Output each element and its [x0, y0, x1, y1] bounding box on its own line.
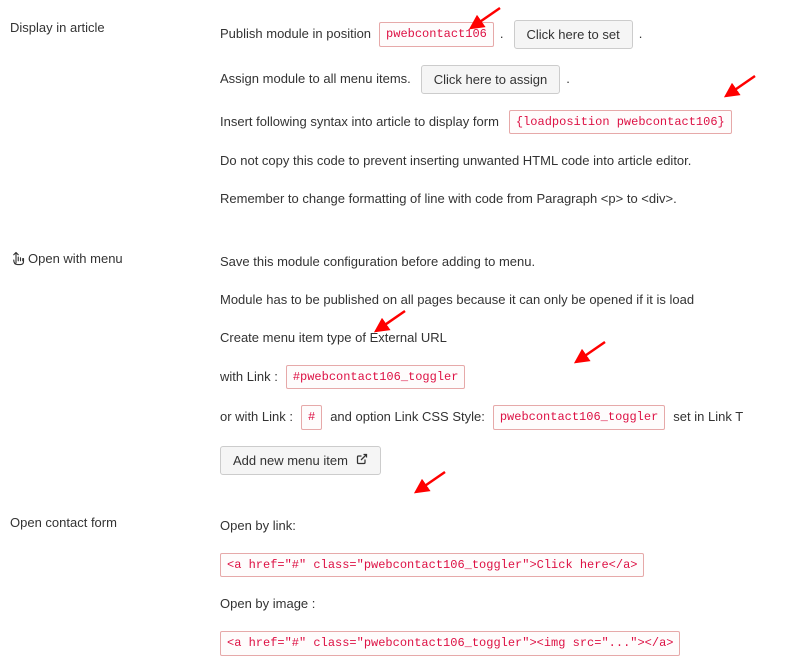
text-css-style: and option Link CSS Style: [330, 406, 485, 428]
text-with-link: with Link : [220, 366, 278, 388]
code-position: pwebcontact106 [379, 22, 494, 46]
section-content: Open by link: <a href="#" class="pwebcon… [220, 515, 785, 672]
text-dot: . [639, 23, 643, 45]
section-label: Open with menu [10, 251, 220, 491]
section-open-with-menu: Open with menu Save this module configur… [10, 251, 785, 491]
code-hash: # [301, 405, 322, 429]
text-remember-formatting: Remember to change formatting of line wi… [220, 188, 677, 210]
text-publish-position: Publish module in position [220, 23, 371, 45]
click-to-assign-button[interactable]: Click here to assign [421, 65, 560, 94]
add-new-menu-item-button[interactable]: Add new menu item [220, 446, 381, 475]
text-dot: . [500, 23, 504, 45]
text-assign-module: Assign module to all menu items. [220, 68, 411, 90]
text-create-menu-item: Create menu item type of External URL [220, 327, 447, 349]
text-insert-syntax: Insert following syntax into article to … [220, 111, 499, 133]
text-open-by-link: Open by link: [220, 515, 296, 537]
code-link-anchor: <a href="#" class="pwebcontact106_toggle… [220, 553, 644, 577]
code-loadposition: {loadposition pwebcontact106} [509, 110, 732, 134]
cursor-pointer-icon [10, 251, 28, 272]
text-or-with-link: or with Link : [220, 406, 293, 428]
section-label: Display in article [10, 20, 220, 227]
text-dot: . [566, 68, 570, 90]
section-content: Save this module configuration before ad… [220, 251, 785, 491]
text-open-by-image: Open by image : [220, 593, 315, 615]
code-link-toggler: #pwebcontact106_toggler [286, 365, 466, 389]
click-to-set-button[interactable]: Click here to set [514, 20, 633, 49]
text-set-in-link: set in Link T [673, 406, 743, 428]
section-content: Publish module in position pwebcontact10… [220, 20, 785, 227]
text-do-not-copy: Do not copy this code to prevent inserti… [220, 150, 691, 172]
section-display-in-article: Display in article Publish module in pos… [10, 20, 785, 227]
text-publish-all-pages: Module has to be published on all pages … [220, 289, 694, 311]
code-img-anchor: <a href="#" class="pwebcontact106_toggle… [220, 631, 680, 655]
external-link-icon [356, 453, 368, 468]
text-save-config: Save this module configuration before ad… [220, 251, 535, 273]
section-label: Open contact form [10, 515, 220, 672]
code-css-toggler: pwebcontact106_toggler [493, 405, 665, 429]
section-open-contact-form: Open contact form Open by link: <a href=… [10, 515, 785, 672]
